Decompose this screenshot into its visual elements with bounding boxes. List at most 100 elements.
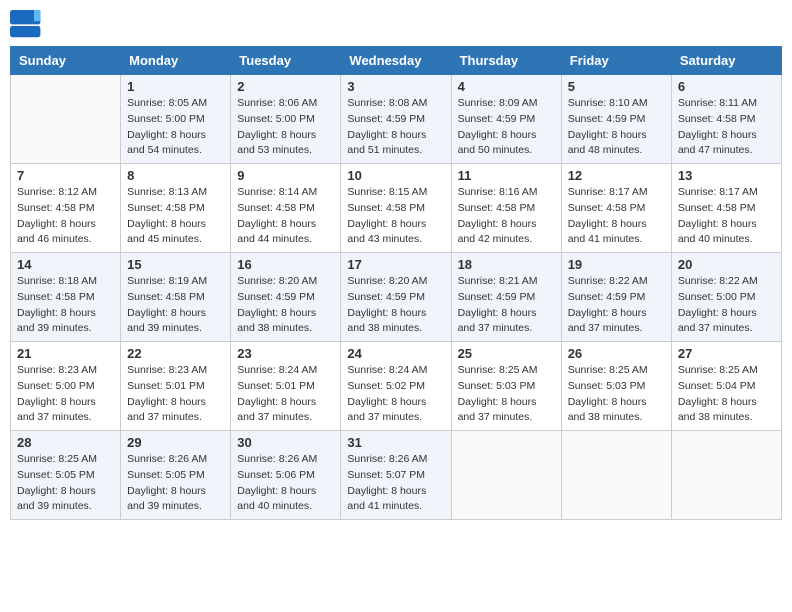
calendar-week-row: 28 Sunrise: 8:25 AMSunset: 5:05 PMDaylig… xyxy=(11,431,782,520)
day-info: Sunrise: 8:08 AMSunset: 4:59 PMDaylight:… xyxy=(347,96,444,159)
day-info: Sunrise: 8:24 AMSunset: 5:01 PMDaylight:… xyxy=(237,363,334,426)
day-number: 25 xyxy=(458,346,555,361)
calendar-day-cell: 21 Sunrise: 8:23 AMSunset: 5:00 PMDaylig… xyxy=(11,342,121,431)
day-info: Sunrise: 8:26 AMSunset: 5:07 PMDaylight:… xyxy=(347,452,444,515)
day-info: Sunrise: 8:17 AMSunset: 4:58 PMDaylight:… xyxy=(568,185,665,248)
day-number: 19 xyxy=(568,257,665,272)
day-number: 15 xyxy=(127,257,224,272)
day-info: Sunrise: 8:16 AMSunset: 4:58 PMDaylight:… xyxy=(458,185,555,248)
calendar-week-row: 21 Sunrise: 8:23 AMSunset: 5:00 PMDaylig… xyxy=(11,342,782,431)
day-number: 26 xyxy=(568,346,665,361)
day-info: Sunrise: 8:26 AMSunset: 5:05 PMDaylight:… xyxy=(127,452,224,515)
day-number: 22 xyxy=(127,346,224,361)
day-number: 30 xyxy=(237,435,334,450)
calendar-day-cell: 27 Sunrise: 8:25 AMSunset: 5:04 PMDaylig… xyxy=(671,342,781,431)
calendar-day-cell: 26 Sunrise: 8:25 AMSunset: 5:03 PMDaylig… xyxy=(561,342,671,431)
calendar-day-cell: 13 Sunrise: 8:17 AMSunset: 4:58 PMDaylig… xyxy=(671,164,781,253)
day-info: Sunrise: 8:15 AMSunset: 4:58 PMDaylight:… xyxy=(347,185,444,248)
calendar-day-cell: 14 Sunrise: 8:18 AMSunset: 4:58 PMDaylig… xyxy=(11,253,121,342)
day-info: Sunrise: 8:25 AMSunset: 5:04 PMDaylight:… xyxy=(678,363,775,426)
weekday-header-cell: Wednesday xyxy=(341,47,451,75)
day-info: Sunrise: 8:09 AMSunset: 4:59 PMDaylight:… xyxy=(458,96,555,159)
calendar-day-cell: 20 Sunrise: 8:22 AMSunset: 5:00 PMDaylig… xyxy=(671,253,781,342)
calendar-day-cell: 8 Sunrise: 8:13 AMSunset: 4:58 PMDayligh… xyxy=(121,164,231,253)
weekday-header-cell: Monday xyxy=(121,47,231,75)
logo xyxy=(10,10,46,38)
calendar-day-cell: 7 Sunrise: 8:12 AMSunset: 4:58 PMDayligh… xyxy=(11,164,121,253)
day-info: Sunrise: 8:05 AMSunset: 5:00 PMDaylight:… xyxy=(127,96,224,159)
day-info: Sunrise: 8:11 AMSunset: 4:58 PMDaylight:… xyxy=(678,96,775,159)
day-info: Sunrise: 8:18 AMSunset: 4:58 PMDaylight:… xyxy=(17,274,114,337)
calendar-day-cell: 31 Sunrise: 8:26 AMSunset: 5:07 PMDaylig… xyxy=(341,431,451,520)
day-number: 11 xyxy=(458,168,555,183)
day-number: 18 xyxy=(458,257,555,272)
weekday-header-cell: Friday xyxy=(561,47,671,75)
weekday-header-row: SundayMondayTuesdayWednesdayThursdayFrid… xyxy=(11,47,782,75)
calendar-day-cell: 25 Sunrise: 8:25 AMSunset: 5:03 PMDaylig… xyxy=(451,342,561,431)
day-info: Sunrise: 8:24 AMSunset: 5:02 PMDaylight:… xyxy=(347,363,444,426)
day-info: Sunrise: 8:22 AMSunset: 5:00 PMDaylight:… xyxy=(678,274,775,337)
day-info: Sunrise: 8:17 AMSunset: 4:58 PMDaylight:… xyxy=(678,185,775,248)
calendar-day-cell: 3 Sunrise: 8:08 AMSunset: 4:59 PMDayligh… xyxy=(341,75,451,164)
calendar-day-cell: 11 Sunrise: 8:16 AMSunset: 4:58 PMDaylig… xyxy=(451,164,561,253)
calendar-day-cell: 24 Sunrise: 8:24 AMSunset: 5:02 PMDaylig… xyxy=(341,342,451,431)
day-number: 21 xyxy=(17,346,114,361)
day-number: 17 xyxy=(347,257,444,272)
day-number: 23 xyxy=(237,346,334,361)
calendar-day-cell: 28 Sunrise: 8:25 AMSunset: 5:05 PMDaylig… xyxy=(11,431,121,520)
day-number: 13 xyxy=(678,168,775,183)
weekday-header-cell: Thursday xyxy=(451,47,561,75)
calendar-table: SundayMondayTuesdayWednesdayThursdayFrid… xyxy=(10,46,782,520)
logo-icon xyxy=(10,10,42,38)
calendar-week-row: 7 Sunrise: 8:12 AMSunset: 4:58 PMDayligh… xyxy=(11,164,782,253)
day-number: 31 xyxy=(347,435,444,450)
day-info: Sunrise: 8:20 AMSunset: 4:59 PMDaylight:… xyxy=(237,274,334,337)
day-info: Sunrise: 8:22 AMSunset: 4:59 PMDaylight:… xyxy=(568,274,665,337)
weekday-header-cell: Tuesday xyxy=(231,47,341,75)
calendar-day-cell xyxy=(561,431,671,520)
calendar-day-cell: 18 Sunrise: 8:21 AMSunset: 4:59 PMDaylig… xyxy=(451,253,561,342)
day-info: Sunrise: 8:13 AMSunset: 4:58 PMDaylight:… xyxy=(127,185,224,248)
day-number: 10 xyxy=(347,168,444,183)
calendar-day-cell: 23 Sunrise: 8:24 AMSunset: 5:01 PMDaylig… xyxy=(231,342,341,431)
day-info: Sunrise: 8:26 AMSunset: 5:06 PMDaylight:… xyxy=(237,452,334,515)
day-number: 5 xyxy=(568,79,665,94)
calendar-week-row: 1 Sunrise: 8:05 AMSunset: 5:00 PMDayligh… xyxy=(11,75,782,164)
day-number: 28 xyxy=(17,435,114,450)
weekday-header-cell: Sunday xyxy=(11,47,121,75)
day-info: Sunrise: 8:14 AMSunset: 4:58 PMDaylight:… xyxy=(237,185,334,248)
calendar-day-cell xyxy=(451,431,561,520)
day-number: 7 xyxy=(17,168,114,183)
day-number: 1 xyxy=(127,79,224,94)
day-info: Sunrise: 8:06 AMSunset: 5:00 PMDaylight:… xyxy=(237,96,334,159)
day-info: Sunrise: 8:10 AMSunset: 4:59 PMDaylight:… xyxy=(568,96,665,159)
day-number: 27 xyxy=(678,346,775,361)
day-info: Sunrise: 8:20 AMSunset: 4:59 PMDaylight:… xyxy=(347,274,444,337)
page-header xyxy=(10,10,782,38)
calendar-day-cell xyxy=(671,431,781,520)
calendar-day-cell: 29 Sunrise: 8:26 AMSunset: 5:05 PMDaylig… xyxy=(121,431,231,520)
calendar-day-cell: 19 Sunrise: 8:22 AMSunset: 4:59 PMDaylig… xyxy=(561,253,671,342)
day-number: 3 xyxy=(347,79,444,94)
calendar-body: 1 Sunrise: 8:05 AMSunset: 5:00 PMDayligh… xyxy=(11,75,782,520)
calendar-day-cell: 6 Sunrise: 8:11 AMSunset: 4:58 PMDayligh… xyxy=(671,75,781,164)
calendar-day-cell: 9 Sunrise: 8:14 AMSunset: 4:58 PMDayligh… xyxy=(231,164,341,253)
day-number: 2 xyxy=(237,79,334,94)
calendar-day-cell: 15 Sunrise: 8:19 AMSunset: 4:58 PMDaylig… xyxy=(121,253,231,342)
calendar-day-cell: 1 Sunrise: 8:05 AMSunset: 5:00 PMDayligh… xyxy=(121,75,231,164)
day-number: 20 xyxy=(678,257,775,272)
day-number: 12 xyxy=(568,168,665,183)
day-info: Sunrise: 8:25 AMSunset: 5:05 PMDaylight:… xyxy=(17,452,114,515)
calendar-day-cell: 12 Sunrise: 8:17 AMSunset: 4:58 PMDaylig… xyxy=(561,164,671,253)
day-info: Sunrise: 8:19 AMSunset: 4:58 PMDaylight:… xyxy=(127,274,224,337)
day-number: 16 xyxy=(237,257,334,272)
day-number: 9 xyxy=(237,168,334,183)
day-info: Sunrise: 8:25 AMSunset: 5:03 PMDaylight:… xyxy=(568,363,665,426)
day-info: Sunrise: 8:23 AMSunset: 5:00 PMDaylight:… xyxy=(17,363,114,426)
day-info: Sunrise: 8:25 AMSunset: 5:03 PMDaylight:… xyxy=(458,363,555,426)
day-info: Sunrise: 8:12 AMSunset: 4:58 PMDaylight:… xyxy=(17,185,114,248)
calendar-day-cell: 30 Sunrise: 8:26 AMSunset: 5:06 PMDaylig… xyxy=(231,431,341,520)
calendar-day-cell: 17 Sunrise: 8:20 AMSunset: 4:59 PMDaylig… xyxy=(341,253,451,342)
calendar-day-cell: 4 Sunrise: 8:09 AMSunset: 4:59 PMDayligh… xyxy=(451,75,561,164)
calendar-day-cell: 5 Sunrise: 8:10 AMSunset: 4:59 PMDayligh… xyxy=(561,75,671,164)
